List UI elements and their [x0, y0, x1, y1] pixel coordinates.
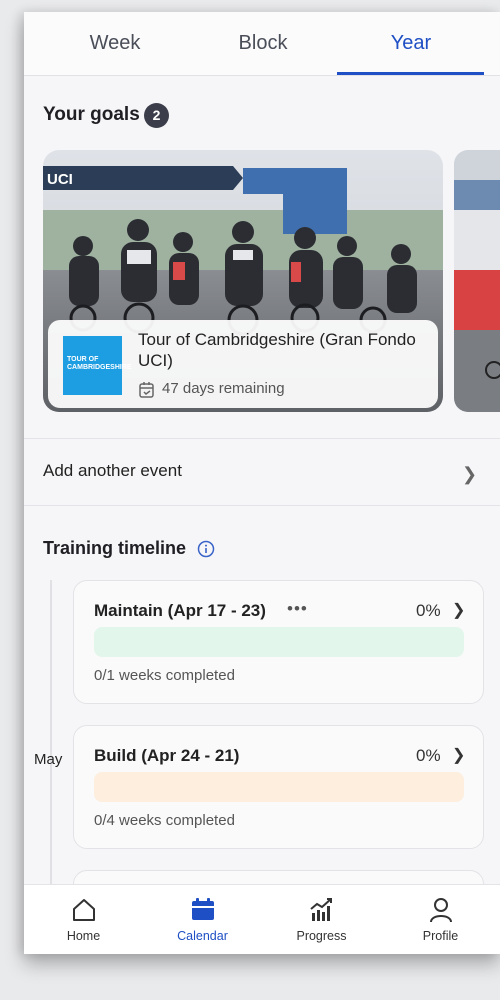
goal-details: TOUR OF CAMBRIDGESHIRE Tour of Cambridge… [48, 320, 438, 408]
add-event-label: Add another event [43, 461, 182, 480]
app-screen: Week Block Year Your goals 2 UCI TOUR OF… [24, 12, 500, 954]
timeline-phase-card[interactable]: Build (Apr 24 - 21) 0% ❯ 0/4 weeks compl… [73, 725, 484, 849]
tab-block[interactable]: Block [190, 12, 336, 76]
event-photo [454, 150, 500, 412]
goal-event-name: Tour of Cambridgeshire (Gran Fondo UCI) [138, 330, 416, 370]
event-logo: TOUR OF CAMBRIDGESHIRE [63, 336, 132, 395]
timeline-month-label: May [34, 751, 63, 768]
goal-days-remaining: 47 days remaining [162, 380, 285, 397]
goal-card-next[interactable] [454, 150, 500, 412]
tab-year[interactable]: Year [338, 12, 484, 76]
goals-count-badge: 2 [144, 103, 169, 128]
phase-progress-bar [94, 627, 464, 657]
bottom-navigation: Home Calendar Progress Profile [24, 884, 500, 954]
phase-progress-bar [94, 772, 464, 802]
phase-weeks-completed: 0/1 weeks completed [94, 667, 235, 684]
view-tabs: Week Block Year [24, 12, 500, 76]
phase-weeks-completed: 0/4 weeks completed [94, 812, 235, 829]
calendar-icon [192, 898, 214, 920]
home-icon [73, 899, 95, 921]
nav-profile-label: Profile [422, 929, 459, 943]
more-options-icon[interactable]: ••• [287, 599, 308, 619]
timeline-heading: Training timeline [43, 538, 187, 558]
chevron-right-icon: ❯ [462, 464, 478, 484]
progress-chart-icon [310, 898, 332, 921]
phase-name: Build (Apr 24 - 21) [94, 746, 240, 765]
calendar-countdown-icon [139, 382, 154, 398]
chevron-right-icon: ❯ [452, 747, 466, 764]
timeline-phase-card[interactable]: Maintain (Apr 17 - 23) ••• 0% ❯ 0/1 week… [73, 580, 484, 704]
phase-percent: 0% [416, 601, 441, 620]
nav-calendar[interactable]: Calendar [143, 885, 262, 954]
chevron-right-icon: ❯ [452, 602, 466, 619]
nav-home-label: Home [66, 929, 101, 943]
nav-calendar-label: Calendar [177, 929, 228, 943]
nav-progress-label: Progress [296, 929, 347, 943]
goal-card[interactable]: UCI TOUR OF CAMBRIDGESHIRE Tour of Cambr… [43, 150, 443, 412]
nav-progress[interactable]: Progress [262, 885, 381, 954]
phase-percent: 0% [416, 746, 441, 765]
svg-text:UCI: UCI [47, 171, 73, 188]
goals-heading: Your goals [43, 104, 140, 125]
add-event-row[interactable]: Add another event ❯ [24, 438, 500, 506]
tab-week[interactable]: Week [42, 12, 188, 76]
profile-icon [430, 898, 452, 923]
active-tab-indicator [337, 72, 484, 75]
info-icon[interactable] [197, 540, 215, 558]
phase-name: Maintain (Apr 17 - 23) [94, 601, 266, 620]
nav-home[interactable]: Home [24, 885, 143, 954]
nav-profile[interactable]: Profile [381, 885, 500, 954]
timeline-rail [50, 580, 52, 898]
